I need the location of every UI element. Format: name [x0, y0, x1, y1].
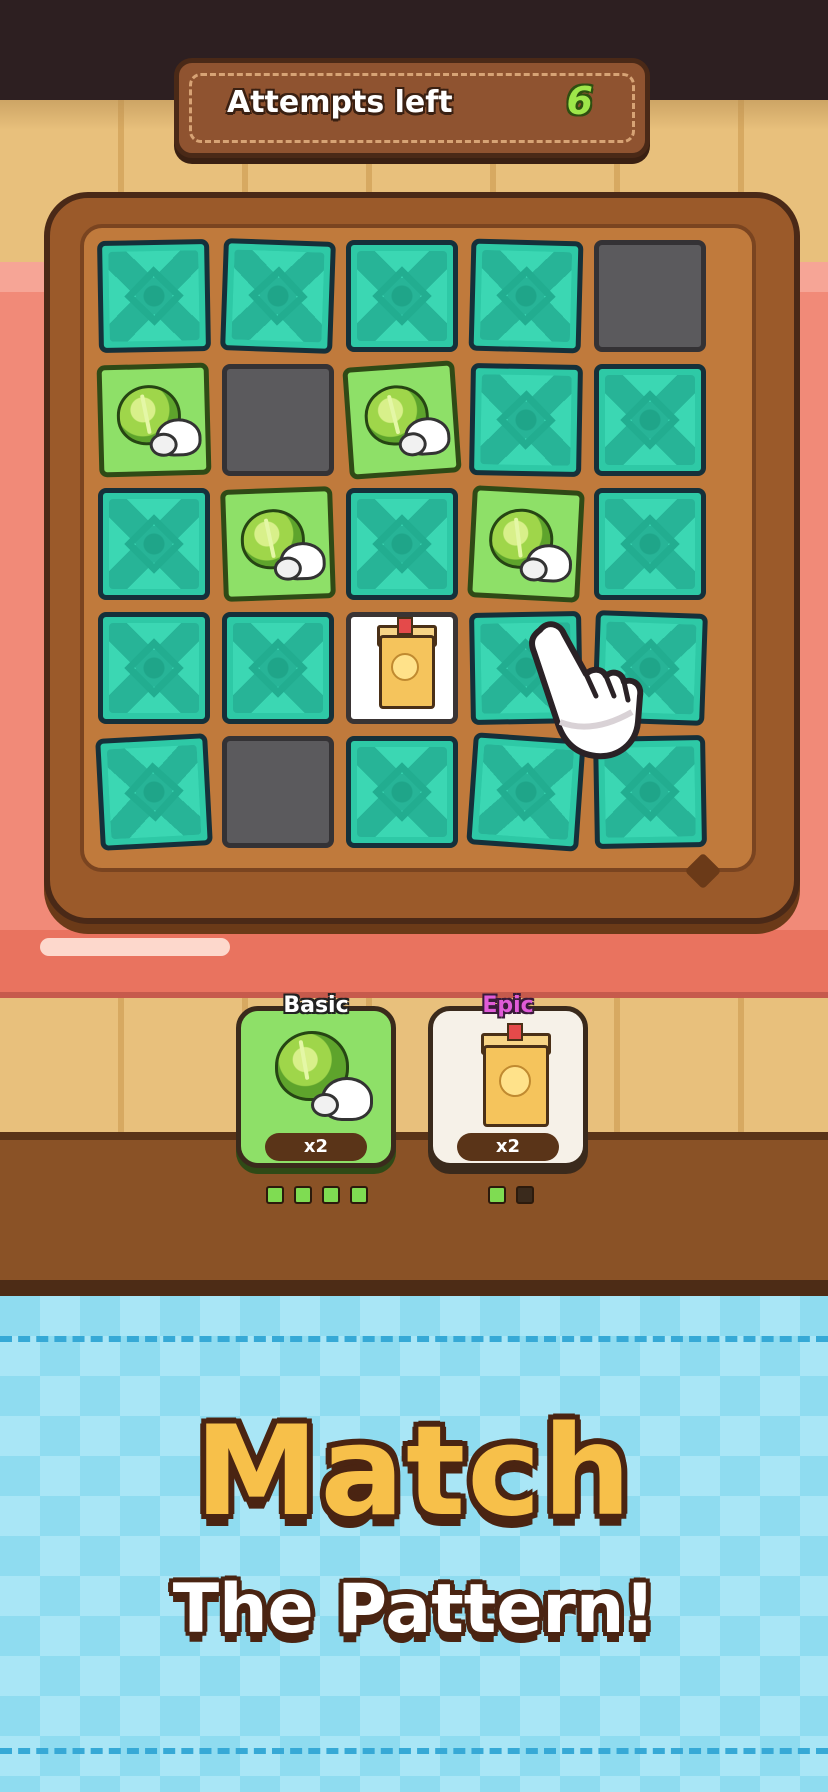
goal-card-epic: Epic x2 — [428, 993, 588, 1168]
card-tile-facedown[interactable] — [97, 239, 211, 353]
progress-pip — [294, 1186, 312, 1204]
card-tile-cabbage-mushroom[interactable] — [96, 362, 212, 478]
card-tile-facedown[interactable] — [468, 238, 584, 354]
cabbage-mushroom-icon — [263, 1021, 375, 1125]
progress-pip — [322, 1186, 340, 1204]
card-tile-facedown[interactable] — [346, 736, 458, 848]
stitch-line-bottom — [0, 1748, 828, 1754]
card-tile-facedown[interactable] — [346, 488, 458, 600]
progress-pip — [516, 1186, 534, 1204]
game-screen: Attempts left 6 Basic x2 Epic x2 Match T… — [0, 0, 828, 1792]
goal-count: x2 — [457, 1133, 559, 1161]
goal-tier-label: Basic — [283, 993, 349, 1018]
card-tile-facedown[interactable] — [222, 612, 334, 724]
card-tile-facedown[interactable] — [594, 364, 706, 476]
card-tile-facedown[interactable] — [346, 240, 458, 352]
tablecloth-highlight — [40, 938, 230, 956]
card-slot-empty — [222, 736, 334, 848]
pointing-hand-icon — [529, 621, 644, 760]
game-board — [44, 192, 800, 924]
progress-pip — [488, 1186, 506, 1204]
promo-background — [0, 1296, 828, 1792]
card-tile-facedown[interactable] — [98, 488, 210, 600]
goal-card-basic: Basic x2 — [236, 993, 396, 1168]
attempts-banner: Attempts left 6 — [174, 58, 650, 158]
board-tray — [80, 224, 756, 872]
milk-carton-icon — [455, 1021, 567, 1127]
card-tile-facedown[interactable] — [98, 612, 210, 724]
attempts-counter: 6 — [566, 79, 593, 123]
goal-tier-label: Epic — [482, 993, 534, 1018]
progress-pip — [350, 1186, 368, 1204]
card-tile-milk-carton[interactable] — [346, 612, 458, 724]
stitch-line-top — [0, 1336, 828, 1342]
headline-subtitle: The Pattern! — [172, 1570, 656, 1649]
goal-progress-epic — [488, 1186, 544, 1204]
card-slot-empty — [222, 364, 334, 476]
goal-count: x2 — [265, 1133, 367, 1161]
card-tile-facedown[interactable] — [594, 488, 706, 600]
attempts-label: Attempts left — [227, 85, 453, 120]
card-tile-cabbage-mushroom[interactable] — [342, 360, 462, 480]
card-tile-facedown[interactable] — [220, 238, 336, 354]
card-tile-cabbage-mushroom[interactable] — [220, 486, 336, 602]
card-tile-facedown[interactable] — [469, 363, 583, 477]
table-front — [0, 1132, 828, 1304]
goal-progress-basic — [266, 1186, 378, 1204]
headline-title: Match — [194, 1400, 634, 1544]
table-front-edge — [0, 1280, 828, 1296]
progress-pip — [266, 1186, 284, 1204]
card-tile-facedown[interactable] — [95, 733, 213, 851]
card-tile-cabbage-mushroom[interactable] — [467, 485, 585, 603]
card-slot-empty — [594, 240, 706, 352]
